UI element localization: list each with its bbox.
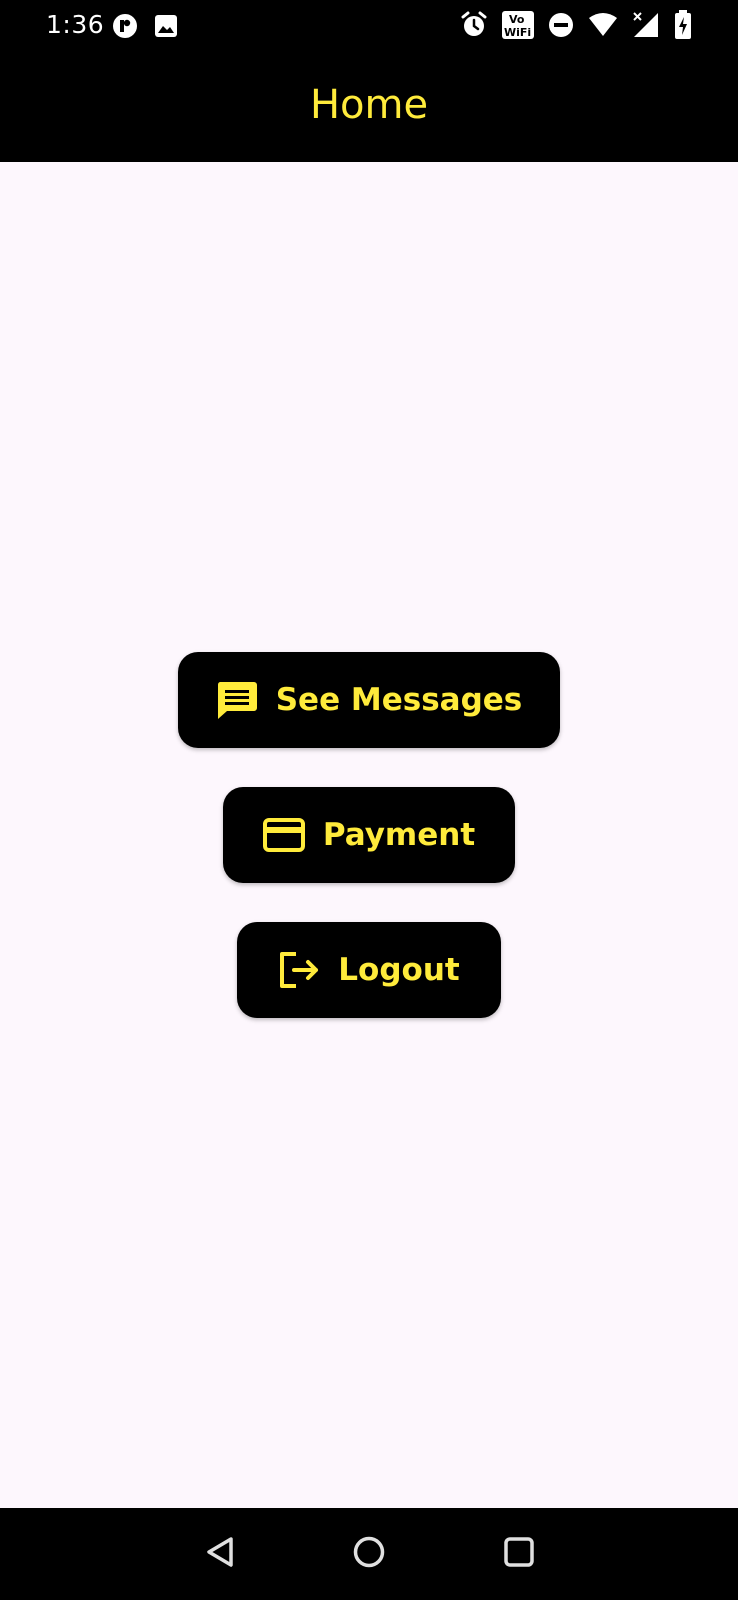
back-icon [203, 1535, 237, 1574]
back-button[interactable] [196, 1530, 244, 1578]
vowifi-icon: Vo WiFi [502, 11, 534, 44]
do-not-disturb-icon [548, 12, 574, 43]
logout-button[interactable]: Logout [237, 922, 501, 1018]
navigation-bar [0, 1508, 738, 1600]
home-icon [352, 1535, 386, 1574]
status-time: 1:36 [46, 10, 105, 39]
battery-charging-icon [674, 10, 692, 45]
recents-icon [502, 1535, 536, 1574]
home-button[interactable] [345, 1530, 393, 1578]
vowifi-text-bottom: WiFi [504, 26, 531, 39]
recents-button[interactable] [495, 1530, 543, 1578]
wifi-icon [588, 12, 618, 43]
see-messages-button[interactable]: See Messages [178, 652, 560, 748]
page-title: Home [309, 82, 429, 128]
logout-icon [278, 951, 320, 989]
status-left-icons [112, 13, 178, 44]
message-icon [216, 680, 258, 720]
payment-button[interactable]: Payment [223, 787, 515, 883]
payment-label: Payment [322, 817, 476, 853]
app-bar: Home [0, 56, 738, 162]
logout-label: Logout [338, 952, 460, 988]
signal-icon [632, 11, 660, 44]
image-notification-icon [154, 14, 178, 43]
status-bar: 1:36 Vo WiFi [0, 0, 738, 56]
app-notification-icon [112, 13, 138, 44]
credit-card-icon [262, 818, 305, 852]
alarm-icon [460, 11, 488, 44]
status-right-icons: Vo WiFi [460, 10, 692, 45]
vowifi-text-top: Vo [509, 13, 525, 26]
see-messages-label: See Messages [275, 682, 523, 718]
